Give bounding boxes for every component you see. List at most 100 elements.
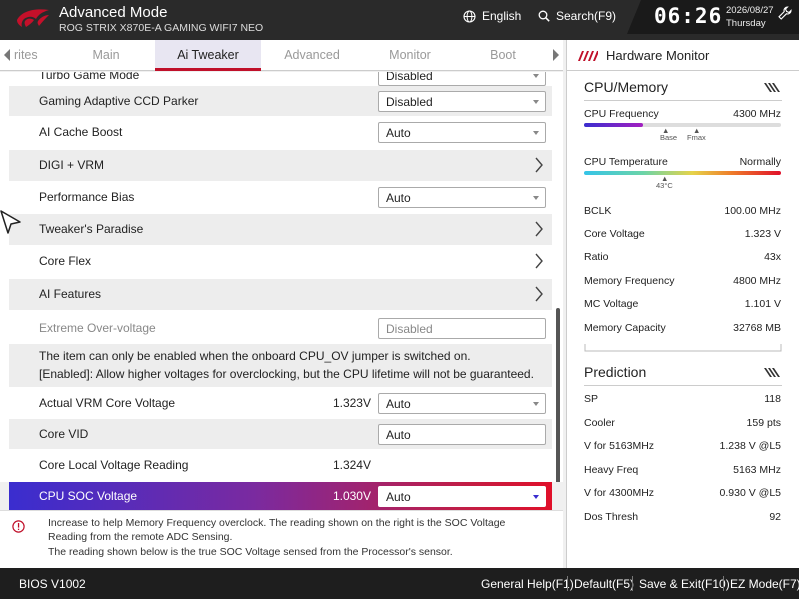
submenu-tweakers-paradise[interactable]: Tweaker's Paradise <box>9 214 552 245</box>
mode-title: Advanced Mode <box>59 4 168 21</box>
sp-value: 118 <box>764 393 781 405</box>
dos-thresh-value: 92 <box>769 511 781 523</box>
chevron-right-icon <box>535 221 543 237</box>
core-vid-input[interactable]: Auto <box>378 424 546 445</box>
general-help-button[interactable]: General Help(F1) <box>481 577 574 591</box>
setting-cpu-soc-voltage[interactable]: CPU SOC Voltage 1.030V Auto <box>9 482 552 510</box>
tab-main[interactable]: Main <box>58 40 154 71</box>
dropdown-arrow-icon <box>533 196 539 200</box>
setting-label: CPU SOC Voltage <box>39 489 138 503</box>
dropdown-value: Disabled <box>386 95 433 109</box>
cpu-memory-title: CPU/Memory <box>584 79 669 95</box>
wrench-icon[interactable] <box>778 6 792 20</box>
tab-scroll-left-icon[interactable] <box>2 48 12 62</box>
dropdown-arrow-icon <box>533 100 539 104</box>
setting-core-vid[interactable]: Core VID Auto <box>9 419 552 449</box>
setting-label: Extreme Over-voltage <box>39 321 156 335</box>
setting-label: Gaming Adaptive CCD Parker <box>39 94 199 108</box>
language-button[interactable]: English <box>463 9 521 23</box>
collapse-stripes-icon[interactable] <box>764 368 782 377</box>
submenu-label: Core Flex <box>39 254 92 268</box>
tab-monitor[interactable]: Monitor <box>362 40 458 71</box>
core-voltage-label: Core Voltage <box>584 228 645 240</box>
prediction-title: Prediction <box>584 364 647 380</box>
input-value: Auto <box>386 428 411 442</box>
mc-voltage-value: 1.101 V <box>744 298 781 310</box>
submenu-ai-features[interactable]: AI Features <box>9 279 552 310</box>
v-for-heavy-freq-value: 1.238 V @L5 <box>719 440 781 452</box>
tab-scroll-right-icon[interactable] <box>551 48 561 62</box>
setting-label: Core VID <box>39 427 89 441</box>
save-exit-button[interactable]: Save & Exit(F10) <box>639 577 730 591</box>
help-text-line: The reading shown below is the true SOC … <box>48 546 453 558</box>
search-button[interactable]: Search(F9) <box>538 9 616 23</box>
rog-logo-icon <box>17 9 49 28</box>
turbo-game-mode-dropdown[interactable]: Disabled <box>378 72 546 86</box>
memory-frequency-value: 4800 MHz <box>733 275 781 287</box>
fmax-label: Fmax <box>687 133 706 142</box>
ez-mode-button[interactable]: EZ Mode(F7) <box>730 577 799 591</box>
setting-label: AI Cache Boost <box>39 125 123 139</box>
cpu-soc-voltage-dropdown[interactable]: Auto <box>378 486 546 507</box>
cpu-frequency-bar <box>584 123 781 127</box>
dropdown-value: Auto <box>386 126 411 140</box>
voltage-reading: 1.030V <box>332 489 371 503</box>
memory-capacity-value: 32768 MB <box>733 322 781 334</box>
mouse-pointer-icon <box>0 210 21 234</box>
heavy-freq-value: 5163 MHz <box>733 464 781 476</box>
setting-gaming-ccd-parker[interactable]: Gaming Adaptive CCD Parker Disabled <box>9 86 552 116</box>
cpu-frequency-label: CPU Frequency <box>584 108 659 120</box>
core-voltage-value: 1.323 V <box>744 228 781 240</box>
tab-advanced[interactable]: Advanced <box>262 40 362 71</box>
setting-actual-vrm-core-voltage[interactable]: Actual VRM Core Voltage 1.323V Auto <box>9 388 552 418</box>
chevron-right-icon <box>535 286 543 302</box>
default-button[interactable]: Default(F5) <box>574 577 634 591</box>
settings-list[interactable]: Turbo Game Mode Disabled Gaming Adaptive… <box>0 72 563 482</box>
submenu-label: Tweaker's Paradise <box>39 222 144 236</box>
submenu-core-flex[interactable]: Core Flex <box>9 246 552 277</box>
dropdown-value: Auto <box>386 490 411 504</box>
bclk-label: BCLK <box>584 205 612 217</box>
gaming-ccd-parker-dropdown[interactable]: Disabled <box>378 91 546 112</box>
section-divider <box>584 385 782 386</box>
help-text-line: Reading from the remote ADC Sensing. <box>48 531 233 543</box>
main-tabs: rites Main Ai Tweaker Advanced Monitor B… <box>0 40 563 71</box>
search-label: Search(F9) <box>556 9 617 23</box>
setting-label: Performance Bias <box>39 190 135 204</box>
tab-ai-tweaker[interactable]: Ai Tweaker <box>155 40 261 71</box>
section-bracket <box>584 344 782 352</box>
monitor-logo-icon <box>578 51 598 61</box>
dropdown-value: Auto <box>386 191 411 205</box>
bclk-value: 100.00 MHz <box>724 205 781 217</box>
tab-favorites[interactable]: rites <box>14 40 54 71</box>
ai-cache-boost-dropdown[interactable]: Auto <box>378 122 546 143</box>
cpu-frequency-bar-fill <box>584 123 644 127</box>
hardware-monitor-header: Hardware Monitor <box>567 40 799 71</box>
section-divider <box>584 100 782 101</box>
memory-frequency-label: Memory Frequency <box>584 275 675 287</box>
globe-icon <box>463 9 476 23</box>
cpu-temperature-label: CPU Temperature <box>584 156 668 168</box>
heavy-freq-label: Heavy Freq <box>584 464 639 476</box>
setting-ai-cache-boost[interactable]: AI Cache Boost Auto <box>9 117 552 147</box>
actual-vrm-core-voltage-dropdown[interactable]: Auto <box>378 393 546 414</box>
performance-bias-dropdown[interactable]: Auto <box>378 187 546 208</box>
help-panel: Increase to help Memory Frequency overcl… <box>0 510 563 568</box>
mc-voltage-label: MC Voltage <box>584 298 639 310</box>
tab-boot[interactable]: Boot <box>458 40 548 71</box>
setting-performance-bias[interactable]: Performance Bias Auto <box>9 182 552 212</box>
submenu-label: DIGI + VRM <box>39 158 105 172</box>
clock-date: 2026/08/27 <box>726 5 774 16</box>
info-line: [Enabled]: Allow higher voltages for ove… <box>39 367 534 381</box>
dropdown-value: Disabled <box>386 72 433 83</box>
hardware-monitor-title: Hardware Monitor <box>606 48 710 63</box>
temp-marker-label: 43°C <box>656 181 673 190</box>
list-scrollbar[interactable] <box>556 308 560 482</box>
v-for-base-freq-label: V for 4300MHz <box>584 487 655 499</box>
chevron-right-icon <box>535 253 543 269</box>
collapse-stripes-icon[interactable] <box>764 83 782 92</box>
cpu-temperature-status: Normally <box>739 156 781 168</box>
submenu-digi-vrm[interactable]: DIGI + VRM <box>9 150 552 181</box>
ratio-value: 43x <box>764 251 781 263</box>
overvoltage-info-box: The item can only be enabled when the on… <box>9 344 552 387</box>
